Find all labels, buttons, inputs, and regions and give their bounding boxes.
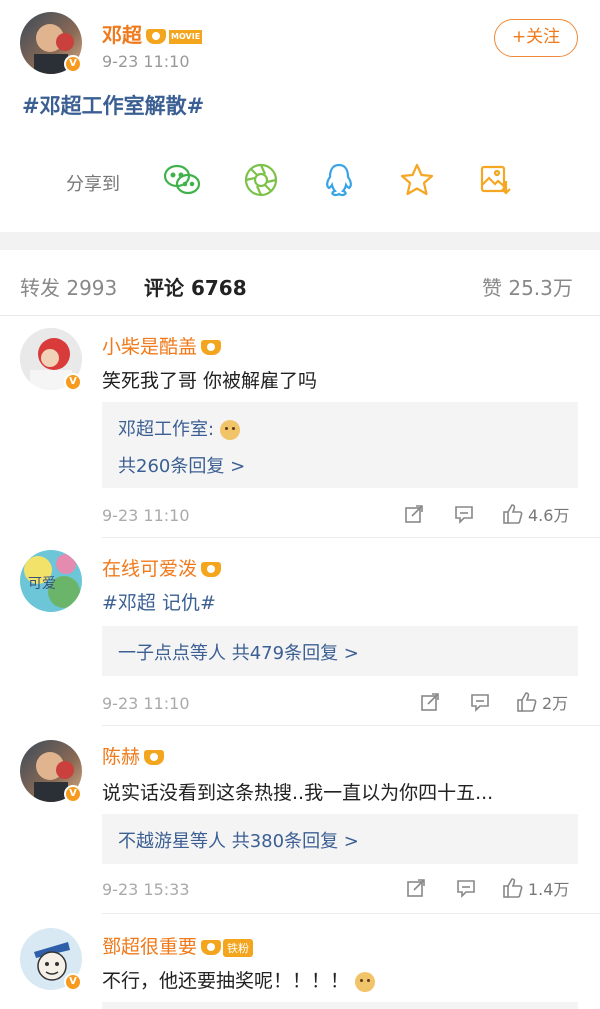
moments-icon[interactable] <box>242 161 280 199</box>
tab-comment-count: 6768 <box>190 276 247 300</box>
comment-time: 9-23 11:10 <box>102 506 190 525</box>
comment-text: 笑死我了哥 你被解雇了吗 <box>102 370 318 392</box>
follow-button[interactable]: +关注 <box>494 19 578 57</box>
tab-comment[interactable]: 评论 6768 <box>144 272 247 301</box>
reply-summary[interactable]: 一子点点等人 共479条回复 > <box>118 639 359 665</box>
reply-box[interactable]: 不越游星等人 共380条回复 > <box>102 814 578 864</box>
crown-icon <box>144 750 165 765</box>
comment-time: 9-23 15:33 <box>102 880 190 899</box>
favorite-star-icon[interactable] <box>398 161 436 199</box>
reply-names: 不越游星等人 <box>118 831 226 852</box>
repost-action[interactable] <box>420 692 440 712</box>
repost-icon <box>407 879 425 897</box>
commenter-name[interactable]: 小柴是酷盖 <box>102 332 222 359</box>
reply-action[interactable] <box>456 878 476 898</box>
verified-icon: V <box>64 973 82 991</box>
commenter-avatar[interactable]: 可爱 <box>20 550 82 612</box>
reply-summary[interactable]: 不越游星等人 共380条回复 > <box>118 827 359 853</box>
comment-item: V 小柴是酷盖 笑死我了哥 你被解雇了吗 邓超工作室: 共260条回复 > 9-… <box>0 316 600 538</box>
crown-icon <box>146 29 166 44</box>
comment-icon <box>457 880 475 898</box>
qq-icon[interactable] <box>320 161 358 199</box>
reply-names: 一子点点等人 <box>118 643 226 664</box>
post-time: 9-23 11:10 <box>102 52 190 71</box>
repost-icon <box>405 505 423 523</box>
like-count: 1.4万 <box>528 880 570 899</box>
thumbs-up-icon <box>503 504 523 524</box>
verified-icon: V <box>64 55 82 73</box>
like-action[interactable]: 2万 <box>516 690 568 714</box>
commenter-name[interactable]: 在线可爱泼 <box>102 554 222 581</box>
post-header: V 邓超 MOVIE 9-23 11:10 +关注 #邓超工作室解散# 分享到 <box>0 0 600 232</box>
like-action[interactable]: 1.4万 <box>502 876 569 900</box>
comment-text-body: 不行，他还要抽奖呢！！！！ <box>102 970 350 992</box>
comment-icon <box>455 506 473 524</box>
reply-author-line[interactable]: 邓超工作室: <box>118 415 240 441</box>
save-image-icon[interactable] <box>476 161 514 199</box>
tab-like-label: 赞 <box>482 276 502 300</box>
comment-hashtag[interactable]: #邓超 记仇# <box>102 588 216 615</box>
commenter-name-text[interactable]: 在线可爱泼 <box>102 558 197 580</box>
verified-icon: V <box>64 373 82 391</box>
repost-action[interactable] <box>406 878 426 898</box>
crown-icon <box>201 340 222 355</box>
commenter-name[interactable]: 陈赫 <box>102 742 165 769</box>
svg-text:可爱: 可爱 <box>28 576 56 592</box>
like-action[interactable]: 4.6万 <box>502 502 569 526</box>
thumbs-up-icon <box>517 692 537 712</box>
verified-icon: V <box>64 785 82 803</box>
author-name-text[interactable]: 邓超 <box>102 23 142 47</box>
commenter-name-text[interactable]: 小柴是酷盖 <box>102 336 197 358</box>
reply-box[interactable]: 邓超工作室: 共260条回复 > <box>102 402 578 488</box>
like-count: 4.6万 <box>528 506 570 525</box>
reply-box[interactable]: 一子点点等人 共479条回复 > <box>102 626 578 676</box>
wechat-icon[interactable] <box>163 161 201 199</box>
tab-like-count: 25.3万 <box>508 276 573 300</box>
commenter-name-text[interactable]: 陈赫 <box>102 746 140 768</box>
tab-repost[interactable]: 转发 2993 <box>20 272 117 301</box>
comment-item: V 鄧超很重要 铁粉 不行，他还要抽奖呢！！！！ <box>0 914 600 1009</box>
section-divider <box>0 232 600 250</box>
movie-badge: MOVIE <box>169 29 203 44</box>
fan-badge: 铁粉 <box>223 938 254 957</box>
tab-repost-count: 2993 <box>66 276 118 300</box>
post-tabs: 转发 2993 评论 6768 赞 25.3万 <box>0 250 600 316</box>
tab-like[interactable]: 赞 25.3万 <box>482 272 573 301</box>
reply-box[interactable] <box>102 1002 578 1009</box>
author-name[interactable]: 邓超 MOVIE <box>102 19 203 48</box>
repost-action[interactable] <box>404 504 424 524</box>
tab-repost-label: 转发 <box>20 276 60 300</box>
post-hashtag[interactable]: #邓超工作室解散# <box>22 90 204 120</box>
comment-time: 9-23 11:10 <box>102 694 190 713</box>
reply-action[interactable] <box>470 692 490 712</box>
comment-item: V 陈赫 说实话没看到这条热搜..我一直以为你四十五... 不越游星等人 共38… <box>0 726 600 914</box>
crown-icon <box>201 562 222 577</box>
comment-text: 说实话没看到这条热搜..我一直以为你四十五... <box>102 782 494 804</box>
doge-emoji-icon <box>355 971 376 992</box>
tab-comment-label: 评论 <box>144 276 184 300</box>
commenter-name-text[interactable]: 鄧超很重要 <box>102 936 197 958</box>
comment-text: 不行，他还要抽奖呢！！！！ <box>102 966 376 993</box>
reply-action[interactable] <box>454 504 474 524</box>
reply-author: 邓超工作室: <box>118 419 215 440</box>
share-label: 分享到 <box>66 174 120 195</box>
crown-icon <box>201 940 222 955</box>
doge-emoji-icon <box>219 420 240 440</box>
like-count: 2万 <box>542 694 569 713</box>
thumbs-up-icon <box>503 878 523 898</box>
reply-count-link[interactable]: 共260条回复 > <box>118 452 245 478</box>
comment-icon <box>471 694 489 712</box>
commenter-name[interactable]: 鄧超很重要 铁粉 <box>102 932 254 959</box>
repost-icon <box>421 693 439 711</box>
reply-count-link[interactable]: 共479条回复 > <box>232 643 359 664</box>
comment-item: 可爱 在线可爱泼 #邓超 记仇# 一子点点等人 共479条回复 > 9-23 1… <box>0 538 600 726</box>
reply-count-link[interactable]: 共380条回复 > <box>232 831 359 852</box>
